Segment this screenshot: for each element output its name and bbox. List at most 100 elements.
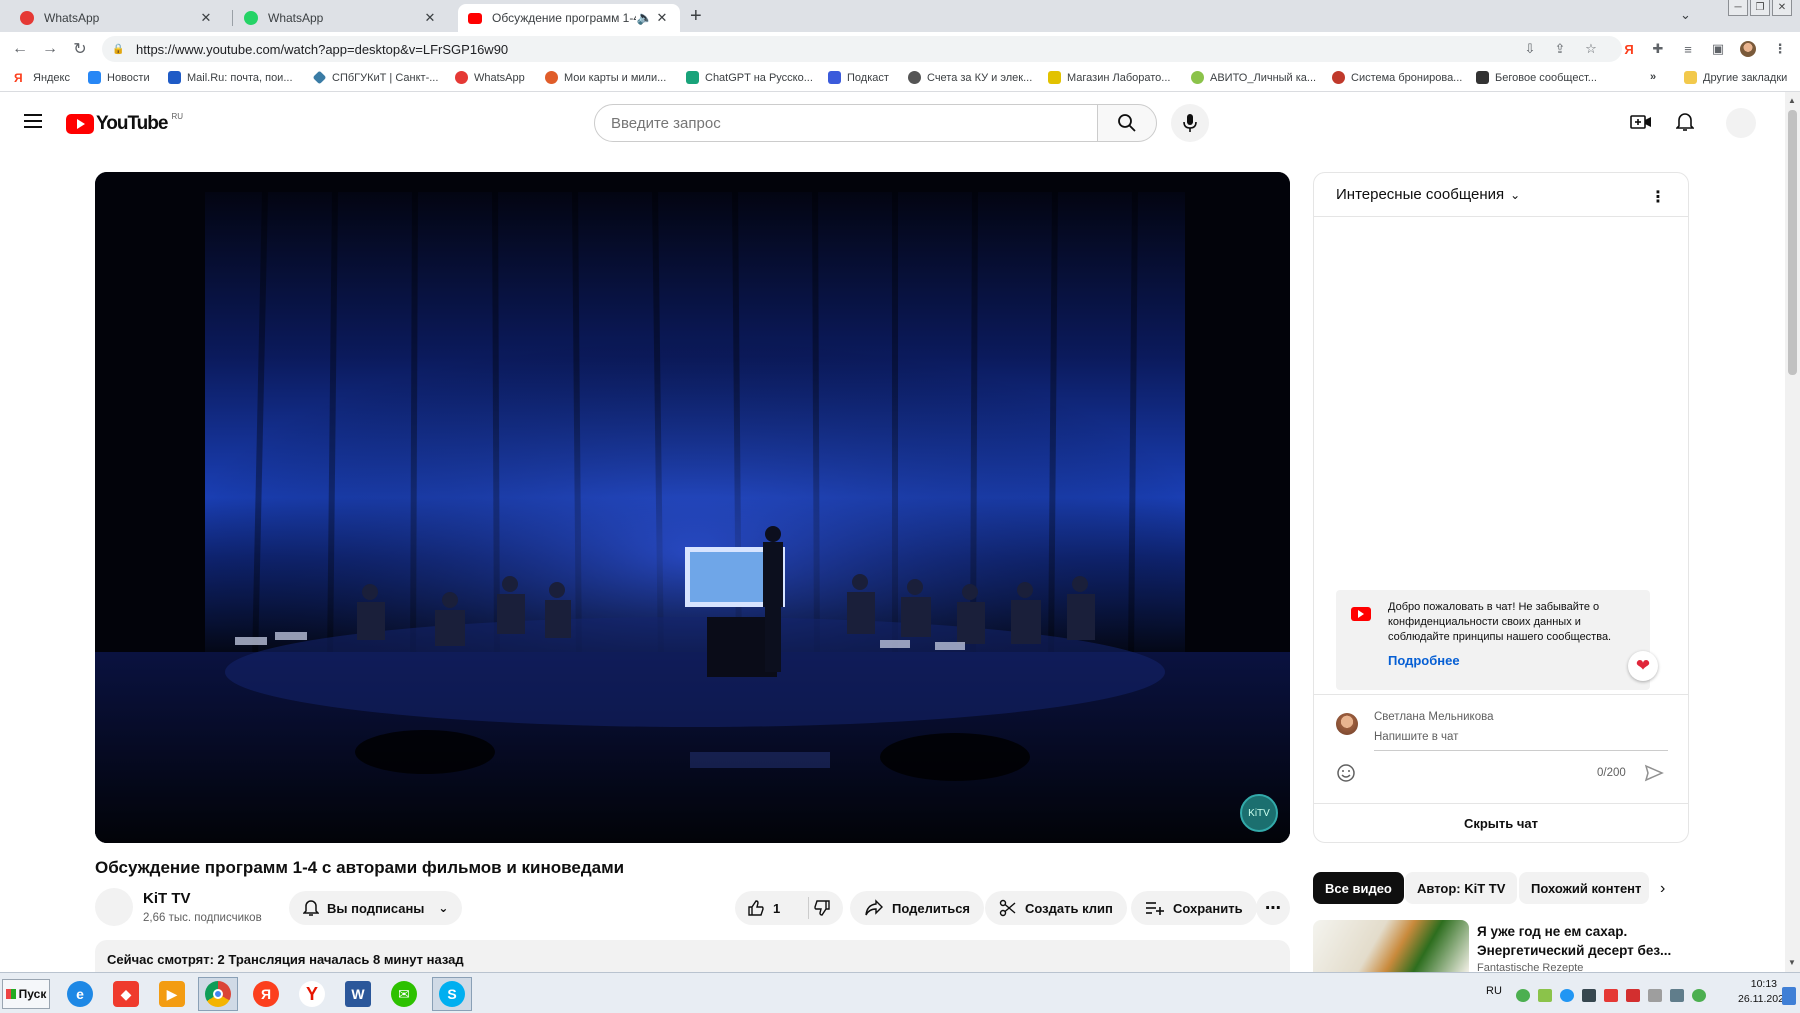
bookmark-cards-miles[interactable]: Мои карты и мили...: [545, 71, 666, 84]
address-bar[interactable]: 🔒 https://www.youtube.com/watch?app=desk…: [102, 36, 1622, 62]
chat-more-icon[interactable]: ⋮: [1650, 187, 1666, 207]
dislike-button[interactable]: [809, 899, 843, 917]
keyboard-language[interactable]: RU: [1486, 985, 1502, 997]
search-button[interactable]: [1097, 104, 1157, 142]
taskbar-yandex[interactable]: Y: [292, 977, 332, 1011]
create-clip-button[interactable]: Создать клип: [985, 891, 1127, 925]
taskbar-anydesk[interactable]: ◆: [106, 977, 146, 1011]
channel-name[interactable]: KiT TV: [143, 890, 191, 907]
bookmark-spbgukit[interactable]: СПбГУКиТ | Санкт-...: [312, 70, 438, 85]
start-button[interactable]: Пуск: [2, 979, 50, 1009]
browser-tab-youtube[interactable]: Обсуждение программ 1-4 🔈 ✕: [458, 4, 680, 32]
tray-speaker-icon[interactable]: [1648, 989, 1662, 1002]
minimize-button[interactable]: ─: [1728, 0, 1748, 16]
restore-button[interactable]: ❐: [1750, 0, 1770, 16]
more-bookmarks-icon[interactable]: »: [1650, 71, 1656, 83]
taskbar-chrome[interactable]: [198, 977, 238, 1011]
recommended-video-title[interactable]: Я уже год не ем сахар. Энергетический де…: [1477, 922, 1677, 960]
close-tab-icon[interactable]: ✕: [198, 10, 214, 26]
tray-recorder-icon[interactable]: [1626, 989, 1640, 1002]
tray-app-icon[interactable]: [1538, 989, 1552, 1002]
tab-search-chevron-icon[interactable]: ⌄: [1680, 7, 1691, 23]
bookmark-chatgpt[interactable]: ChatGPT на Русско...: [686, 71, 813, 84]
tray-status-icon[interactable]: [1692, 989, 1706, 1002]
back-button[interactable]: ←: [9, 38, 31, 60]
bookmark-news[interactable]: Новости: [88, 71, 150, 84]
menu-hamburger-icon[interactable]: [24, 114, 42, 128]
chat-message-input[interactable]: Напишите в чат: [1374, 731, 1668, 751]
reload-button[interactable]: ↻: [69, 38, 91, 60]
chat-mode-dropdown[interactable]: Интересные сообщения: [1336, 186, 1504, 203]
tray-sync-icon[interactable]: [1560, 989, 1574, 1002]
chip-related[interactable]: Похожий контент: [1519, 872, 1649, 904]
char-counter: 0/200: [1597, 767, 1626, 779]
yandex-extension-icon[interactable]: Я: [1621, 41, 1637, 57]
send-icon[interactable]: [1644, 764, 1664, 782]
install-app-icon[interactable]: ⇩: [1522, 41, 1538, 57]
heart-reaction-icon[interactable]: ❤: [1628, 651, 1658, 681]
profile-avatar-icon[interactable]: [1740, 41, 1756, 57]
show-desktop-icon[interactable]: [1782, 987, 1796, 1005]
bookmark-whatsapp[interactable]: WhatsApp: [455, 71, 525, 84]
youtube-logo[interactable]: YouTube RU: [66, 112, 183, 135]
bookmark-running[interactable]: Беговое сообщест...: [1476, 71, 1597, 84]
create-video-button[interactable]: [1630, 112, 1652, 137]
save-button[interactable]: Сохранить: [1131, 891, 1257, 925]
bookmark-lab-shop[interactable]: Магазин Лаборато...: [1048, 71, 1170, 84]
share-page-icon[interactable]: ⇪: [1552, 41, 1568, 57]
chevron-down-icon[interactable]: ⌄: [1510, 188, 1520, 202]
browser-menu-icon[interactable]: ⋮: [1772, 41, 1788, 57]
tray-pdf-icon[interactable]: [1604, 989, 1618, 1002]
side-panel-icon[interactable]: ▣: [1710, 41, 1726, 57]
scrollbar-thumb[interactable]: [1788, 110, 1797, 375]
chip-all-videos[interactable]: Все видео: [1313, 872, 1404, 904]
taskbar-skype[interactable]: S: [432, 977, 472, 1011]
scroll-down-arrow-icon[interactable]: ▼: [1788, 958, 1796, 967]
taskbar-yandex-browser[interactable]: Я: [246, 977, 286, 1011]
emoji-icon[interactable]: [1336, 763, 1356, 783]
taskbar-wechat[interactable]: ✉: [384, 977, 424, 1011]
bookmark-booking[interactable]: Система бронирова...: [1332, 71, 1462, 84]
share-button[interactable]: Поделиться: [850, 891, 985, 925]
bookmark-star-icon[interactable]: ☆: [1583, 41, 1599, 57]
voice-search-button[interactable]: [1171, 104, 1209, 142]
notifications-button[interactable]: [1675, 112, 1695, 137]
extensions-puzzle-icon[interactable]: ✚: [1650, 41, 1666, 57]
more-actions-button[interactable]: ⋯: [1256, 891, 1290, 925]
tray-security-icon[interactable]: [1582, 989, 1596, 1002]
bookmark-other[interactable]: Другие закладки: [1684, 71, 1787, 84]
speaker-icon[interactable]: 🔈: [636, 10, 654, 26]
close-tab-icon[interactable]: ✕: [654, 10, 670, 26]
search-input[interactable]: Введите запрос: [594, 104, 1098, 142]
chevron-right-icon[interactable]: ›: [1660, 880, 1665, 898]
taskbar-internet-explorer[interactable]: e: [60, 977, 100, 1011]
tray-network-icon[interactable]: [1516, 989, 1530, 1002]
like-button[interactable]: 1: [735, 897, 809, 919]
bookmark-avito[interactable]: АВИТО_Личный ка...: [1191, 71, 1316, 84]
recommended-video-thumbnail[interactable]: [1313, 920, 1469, 972]
browser-tab-whatsapp-1[interactable]: WhatsApp ✕: [10, 4, 224, 32]
learn-more-link[interactable]: Подробнее: [1388, 653, 1460, 668]
new-tab-button[interactable]: +: [690, 5, 702, 28]
bookmark-yandex[interactable]: Я Яндекс: [14, 71, 70, 85]
taskbar-media-player[interactable]: ▶: [152, 977, 192, 1011]
chip-by-author[interactable]: Автор: KiT TV: [1405, 872, 1518, 904]
taskbar-word[interactable]: W: [338, 977, 378, 1011]
video-player[interactable]: [95, 172, 1290, 843]
close-window-button[interactable]: ✕: [1772, 0, 1792, 16]
bookmark-podcast[interactable]: Подкаст: [828, 71, 889, 84]
media-control-icon[interactable]: ≡: [1680, 41, 1696, 57]
account-avatar[interactable]: [1726, 108, 1756, 138]
bookmark-bills[interactable]: Счета за КУ и элек...: [908, 71, 1032, 84]
close-tab-icon[interactable]: ✕: [422, 10, 438, 26]
channel-avatar[interactable]: [95, 888, 133, 926]
welcome-text: Добро пожаловать в чат! Не забывайте о к…: [1388, 601, 1612, 643]
channel-watermark[interactable]: KiTV: [1240, 794, 1278, 832]
forward-button[interactable]: →: [39, 38, 61, 60]
scroll-up-arrow-icon[interactable]: ▲: [1788, 96, 1796, 105]
hide-chat-button[interactable]: Скрыть чат: [1314, 803, 1688, 843]
browser-tab-whatsapp-2[interactable]: WhatsApp ✕: [234, 4, 448, 32]
tray-signal-icon[interactable]: [1670, 989, 1684, 1002]
subscribed-button[interactable]: Вы подписаны ⌄: [289, 891, 463, 925]
bookmark-mailru[interactable]: Mail.Ru: почта, пои...: [168, 71, 293, 84]
